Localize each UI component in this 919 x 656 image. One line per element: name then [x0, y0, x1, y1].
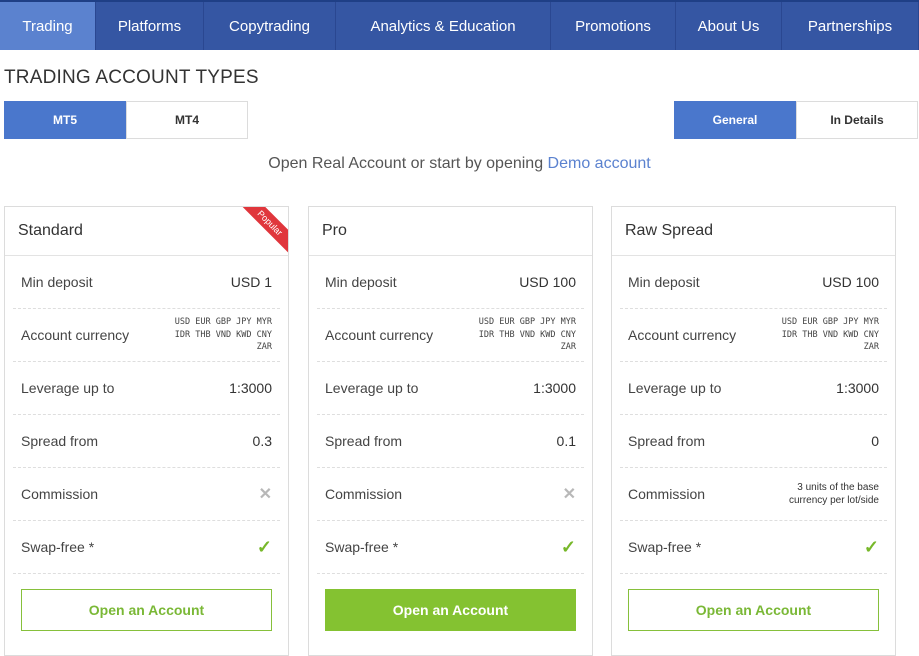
currency-line: IDR THB VND KWD CNY	[781, 329, 879, 340]
spread-row: Spread from 0	[620, 415, 887, 468]
row-value: 1:3000	[533, 380, 576, 396]
swap-free-row: Swap-free * ✓	[317, 521, 584, 574]
demo-account-link[interactable]: Demo account	[548, 155, 651, 172]
page-title: TRADING ACCOUNT TYPES	[4, 67, 259, 88]
nav-item-analytics-education[interactable]: Analytics & Education	[336, 2, 551, 50]
currency-line: USD EUR GBP JPY MYR	[781, 317, 879, 328]
open-account-button[interactable]: Open an Account	[628, 589, 879, 631]
swap-free-row: Swap-free * ✓	[620, 521, 887, 574]
row-label: Account currency	[628, 327, 737, 343]
row-value: USD 1	[230, 274, 272, 290]
platform-toggle: MT5 MT4	[4, 101, 248, 139]
min-deposit-row: Min deposit USD 100	[620, 256, 887, 309]
nav-item-promotions[interactable]: Promotions	[551, 2, 676, 50]
row-label: Commission	[628, 486, 706, 502]
row-label: Spread from	[325, 433, 403, 449]
row-label: Account currency	[325, 327, 434, 343]
general-tab[interactable]: General	[674, 101, 796, 139]
row-label: Leverage up to	[21, 380, 115, 396]
in-details-tab[interactable]: In Details	[796, 101, 918, 139]
row-label: Account currency	[21, 327, 130, 343]
currency-list: USD EUR GBP JPY MYR IDR THB VND KWD CNY …	[456, 316, 576, 354]
commission-row: Commission ✕	[13, 468, 280, 521]
spread-row: Spread from 0.1	[317, 415, 584, 468]
currency-line: ZAR	[256, 342, 272, 353]
currency-line: IDR THB VND KWD CNY	[478, 329, 576, 340]
currency-line: USD EUR GBP JPY MYR	[174, 317, 272, 328]
account-currency-row: Account currency USD EUR GBP JPY MYR IDR…	[317, 309, 584, 362]
nav-item-trading[interactable]: Trading	[0, 2, 96, 50]
leverage-row: Leverage up to 1:3000	[620, 362, 887, 415]
row-value: USD 100	[519, 274, 576, 290]
min-deposit-row: Min deposit USD 1	[13, 256, 280, 309]
commission-row: Commission 3 units of the base currency …	[620, 468, 887, 521]
card-title: Standard	[5, 207, 288, 256]
currency-line: USD EUR GBP JPY MYR	[478, 317, 576, 328]
row-label: Swap-free *	[628, 539, 702, 555]
x-icon: ✕	[258, 486, 272, 503]
leverage-row: Leverage up to 1:3000	[317, 362, 584, 415]
currency-line: ZAR	[560, 342, 576, 353]
row-label: Commission	[325, 486, 403, 502]
row-label: Spread from	[21, 433, 99, 449]
subtitle-text: Open Real Account or start by opening	[268, 155, 548, 172]
nav-item-copytrading[interactable]: Copytrading	[204, 2, 336, 50]
top-nav: Trading Platforms Copytrading Analytics …	[0, 0, 919, 50]
card-title: Raw Spread	[612, 207, 895, 256]
row-label: Min deposit	[628, 274, 700, 290]
row-value: USD 100	[822, 274, 879, 290]
row-value: 0.1	[556, 433, 576, 449]
row-label: Spread from	[628, 433, 706, 449]
commission-row: Commission ✕	[317, 468, 584, 521]
account-currency-row: Account currency USD EUR GBP JPY MYR IDR…	[620, 309, 887, 362]
row-label: Swap-free *	[21, 539, 95, 555]
account-card-pro: Pro Min deposit USD 100 Account currency…	[308, 206, 593, 656]
account-currency-row: Account currency USD EUR GBP JPY MYR IDR…	[13, 309, 280, 362]
account-card-standard: Popular Standard Min deposit USD 1 Accou…	[4, 206, 289, 656]
row-value: 0.3	[252, 433, 272, 449]
subtitle: Open Real Account or start by opening De…	[0, 155, 919, 173]
currency-line: IDR THB VND KWD CNY	[174, 329, 272, 340]
currency-list: USD EUR GBP JPY MYR IDR THB VND KWD CNY …	[759, 316, 879, 354]
nav-item-partnerships[interactable]: Partnerships	[782, 2, 919, 50]
nav-item-about-us[interactable]: About Us	[676, 2, 782, 50]
spread-row: Spread from 0.3	[13, 415, 280, 468]
x-icon: ✕	[562, 486, 576, 503]
check-icon: ✓	[863, 536, 879, 557]
nav-item-platforms[interactable]: Platforms	[96, 2, 204, 50]
check-icon: ✓	[560, 536, 576, 557]
view-toggle: General In Details	[674, 101, 918, 139]
row-label: Min deposit	[21, 274, 93, 290]
row-label: Leverage up to	[325, 380, 419, 396]
currency-line: ZAR	[863, 342, 879, 353]
open-account-button[interactable]: Open an Account	[325, 589, 576, 631]
leverage-row: Leverage up to 1:3000	[13, 362, 280, 415]
row-label: Swap-free *	[325, 539, 399, 555]
row-value: 1:3000	[836, 380, 879, 396]
row-value: 1:3000	[229, 380, 272, 396]
card-title: Pro	[309, 207, 592, 256]
mt4-tab[interactable]: MT4	[126, 101, 248, 139]
swap-free-row: Swap-free * ✓	[13, 521, 280, 574]
row-label: Min deposit	[325, 274, 397, 290]
row-label: Leverage up to	[628, 380, 722, 396]
commission-value: 3 units of the base currency per lot/sid…	[749, 481, 879, 507]
commission-line: currency per lot/side	[788, 495, 879, 506]
row-label: Commission	[21, 486, 99, 502]
commission-line: 3 units of the base	[797, 482, 879, 493]
mt5-tab[interactable]: MT5	[4, 101, 126, 139]
account-card-raw-spread: Raw Spread Min deposit USD 100 Account c…	[611, 206, 896, 656]
open-account-button[interactable]: Open an Account	[21, 589, 272, 631]
row-value: 0	[871, 433, 879, 449]
min-deposit-row: Min deposit USD 100	[317, 256, 584, 309]
currency-list: USD EUR GBP JPY MYR IDR THB VND KWD CNY …	[152, 316, 272, 354]
check-icon: ✓	[256, 536, 272, 557]
